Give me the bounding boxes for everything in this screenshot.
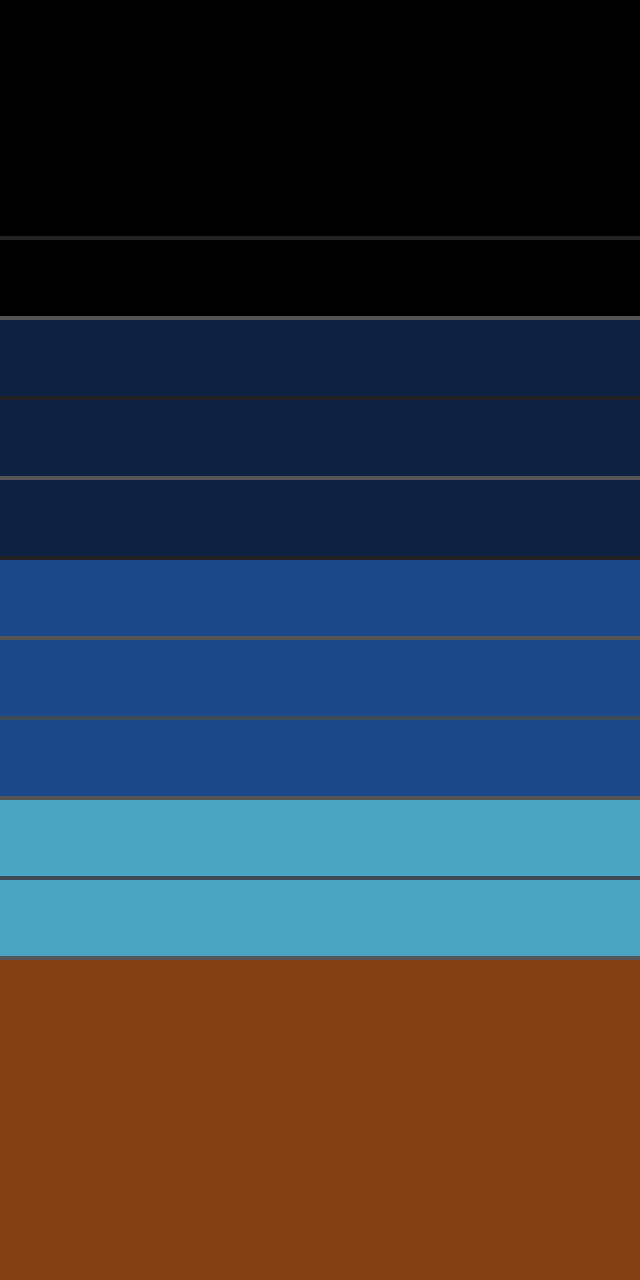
band-sky-2 <box>0 880 640 956</box>
band-brown <box>0 960 640 1280</box>
band-black-top <box>0 0 640 236</box>
band-blue-3 <box>0 720 640 796</box>
band-navy-1 <box>0 320 640 396</box>
band-navy-2 <box>0 400 640 476</box>
band-navy-3 <box>0 480 640 556</box>
band-black <box>0 240 640 316</box>
band-sky-1 <box>0 800 640 876</box>
band-blue-2 <box>0 640 640 716</box>
band-blue-1 <box>0 560 640 636</box>
color-band-stack <box>0 0 640 1280</box>
